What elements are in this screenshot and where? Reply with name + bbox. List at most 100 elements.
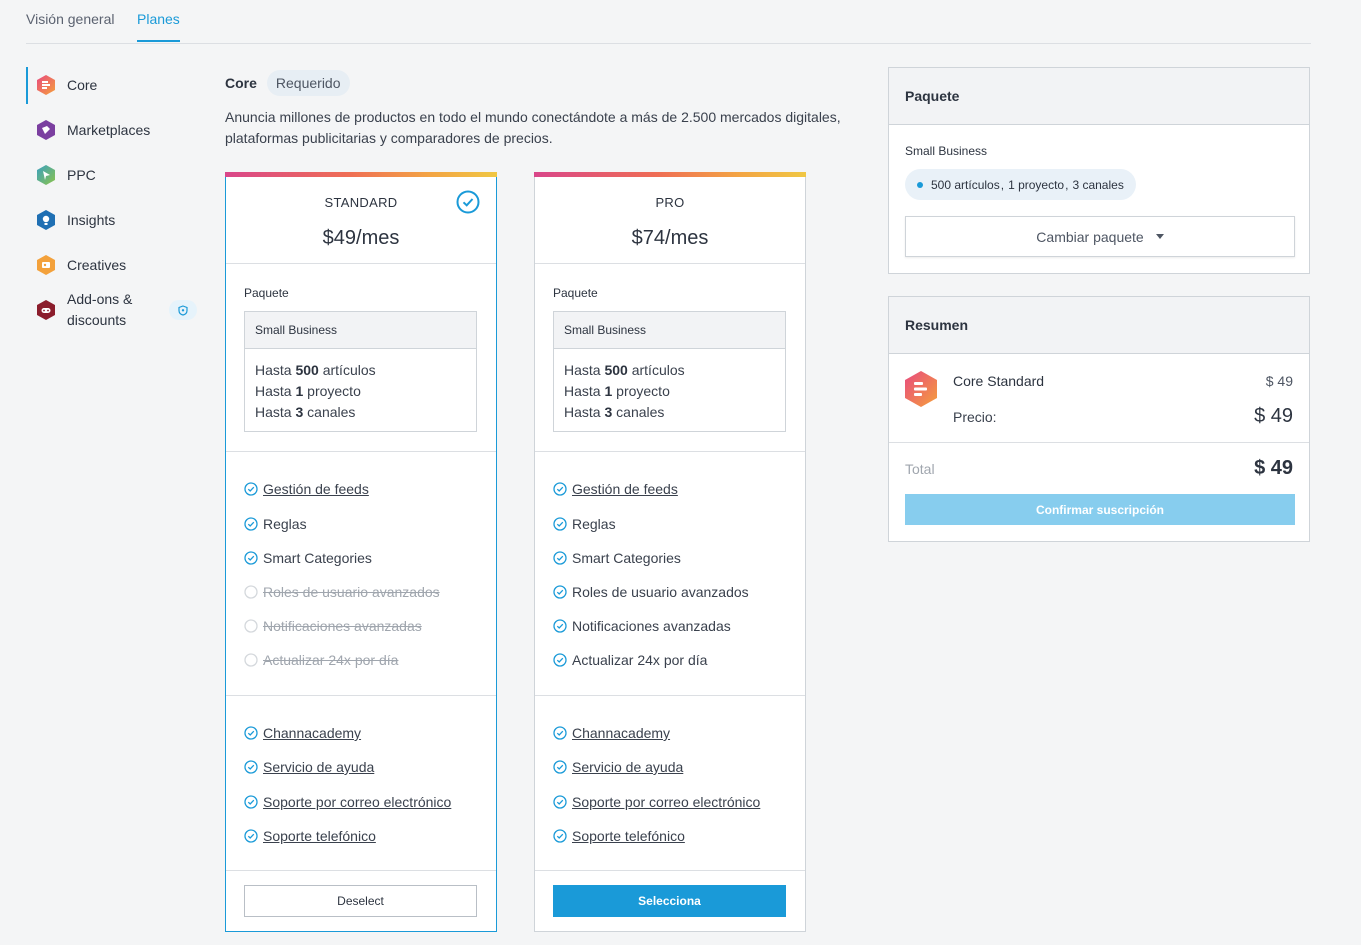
- divider: [535, 870, 805, 871]
- selected-check-icon: [456, 190, 480, 214]
- sidebar-item-ppc[interactable]: PPC: [26, 164, 206, 186]
- sidebar-item-marketplaces[interactable]: Marketplaces: [26, 119, 206, 141]
- sidebar-item-label: Creatives: [67, 256, 127, 273]
- plan-price: $49/mes: [322, 227, 400, 249]
- feature-item: Smart Categories: [244, 550, 372, 566]
- price-value: $ 49: [1254, 405, 1293, 427]
- package-label: Paquete: [553, 286, 598, 300]
- divider: [226, 870, 496, 871]
- addons-icon: [35, 299, 57, 321]
- support-item[interactable]: Soporte telefónico: [553, 828, 685, 844]
- package-name: Small Business: [905, 144, 988, 158]
- tab-overview[interactable]: Visión general: [26, 11, 114, 27]
- check-circle-icon: [244, 726, 258, 740]
- caret-down-icon: [1155, 234, 1164, 239]
- check-circle-icon: [553, 653, 567, 667]
- creatives-icon: [35, 254, 57, 276]
- active-tab-indicator: [137, 40, 180, 42]
- plan-card-pro[interactable]: PRO $74/mes Paquete Small Business Hasta…: [534, 172, 806, 932]
- limit-articles: Hasta 500 artículos: [255, 362, 376, 378]
- summary-panel: Resumen Core Standard $ 49 Precio: $ 49 …: [888, 296, 1310, 542]
- change-package-button[interactable]: Cambiar paquete: [905, 216, 1295, 257]
- empty-circle-icon: [244, 619, 258, 633]
- check-circle-icon: [553, 760, 567, 774]
- feature-item: Actualizar 24x por día: [553, 652, 707, 668]
- divider: [226, 263, 496, 264]
- divider: [226, 695, 496, 696]
- sidebar-item-core[interactable]: Core: [26, 74, 206, 96]
- divider: [535, 451, 805, 452]
- check-circle-icon: [244, 517, 258, 531]
- package-box: Small Business Hasta 500 artículos Hasta…: [244, 311, 477, 432]
- section-title: Core: [225, 75, 257, 91]
- check-circle-icon: [244, 795, 258, 809]
- support-item[interactable]: Servicio de ayuda: [244, 759, 374, 775]
- check-circle-icon: [244, 829, 258, 843]
- feature-item: Roles de usuario avanzados: [553, 584, 749, 600]
- insights-icon: [35, 209, 57, 231]
- limit-channels: Hasta 3 canales: [255, 404, 356, 420]
- core-icon: [35, 74, 57, 96]
- feature-item[interactable]: Gestión de feeds: [244, 481, 369, 497]
- plan-gradient-bar: [534, 172, 806, 177]
- check-circle-icon: [553, 619, 567, 633]
- feature-item-unavailable: Actualizar 24x por día: [244, 652, 398, 668]
- sidebar-item-label: PPC: [67, 166, 96, 183]
- support-item[interactable]: Servicio de ayuda: [553, 759, 683, 775]
- check-circle-icon: [553, 726, 567, 740]
- limit-projects: Hasta 1 proyecto: [564, 383, 670, 399]
- package-panel: Paquete Small Business 500 artículos, 1 …: [888, 67, 1310, 274]
- empty-circle-icon: [244, 653, 258, 667]
- support-item[interactable]: Channacademy: [244, 725, 361, 741]
- feature-item[interactable]: Gestión de feeds: [553, 481, 678, 497]
- feature-item: Reglas: [244, 516, 307, 532]
- limit-articles: Hasta 500 artículos: [564, 362, 685, 378]
- required-badge: Requerido: [266, 70, 350, 96]
- divider: [889, 442, 1309, 443]
- feature-item-unavailable: Notificaciones avanzadas: [244, 618, 422, 634]
- check-circle-icon: [553, 795, 567, 809]
- feature-item-unavailable: Roles de usuario avanzados: [244, 584, 440, 600]
- check-circle-icon: [553, 482, 567, 496]
- plan-name: PRO: [655, 195, 685, 210]
- package-name: Small Business: [245, 312, 476, 349]
- support-item[interactable]: Soporte por correo electrónico: [244, 794, 451, 810]
- check-circle-icon: [553, 829, 567, 843]
- support-item[interactable]: Channacademy: [553, 725, 670, 741]
- package-limits: Hasta 500 artículos Hasta 1 proyecto Has…: [245, 349, 476, 434]
- package-label: Paquete: [244, 286, 289, 300]
- sidebar-item-insights[interactable]: Insights: [26, 209, 206, 231]
- sidebar-item-label-line2: discounts: [67, 312, 127, 328]
- summary-product-name: Core Standard: [953, 373, 1045, 389]
- shield-icon: [178, 304, 188, 316]
- summary-product-price: $ 49: [1265, 373, 1293, 389]
- feature-item: Reglas: [553, 516, 616, 532]
- support-item[interactable]: Soporte por correo electrónico: [553, 794, 760, 810]
- check-circle-icon: [553, 551, 567, 565]
- confirm-subscription-button[interactable]: Confirmar suscripción: [905, 494, 1295, 525]
- sidebar-item-label: Marketplaces: [67, 121, 151, 138]
- package-limits: Hasta 500 artículos Hasta 1 proyecto Has…: [554, 349, 785, 434]
- check-circle-icon: [553, 585, 567, 599]
- limit-channels: Hasta 3 canales: [564, 404, 665, 420]
- marketplaces-icon: [35, 119, 57, 141]
- sidebar-item-label: Core: [67, 76, 98, 93]
- empty-circle-icon: [244, 585, 258, 599]
- core-product-icon: [905, 371, 937, 407]
- divider: [535, 263, 805, 264]
- support-item[interactable]: Soporte telefónico: [244, 828, 376, 844]
- price-label: Precio:: [953, 409, 997, 425]
- select-button[interactable]: Selecciona: [553, 885, 786, 917]
- section-description: Anuncia millones de productos en todo el…: [225, 109, 841, 146]
- sidebar-item-creatives[interactable]: Creatives: [26, 254, 206, 276]
- check-circle-icon: [244, 760, 258, 774]
- plan-card-standard[interactable]: STANDARD $49/mes Paquete Small Business …: [225, 172, 497, 932]
- package-box: Small Business Hasta 500 artículos Hasta…: [553, 311, 786, 432]
- deselect-button[interactable]: Deselect: [244, 885, 477, 917]
- package-name: Small Business: [554, 312, 785, 349]
- check-circle-icon: [244, 482, 258, 496]
- sidebar-item-label: Add-ons & discounts: [67, 289, 132, 331]
- feature-item: Smart Categories: [553, 550, 681, 566]
- tab-plans[interactable]: Planes: [137, 11, 180, 27]
- divider: [226, 451, 496, 452]
